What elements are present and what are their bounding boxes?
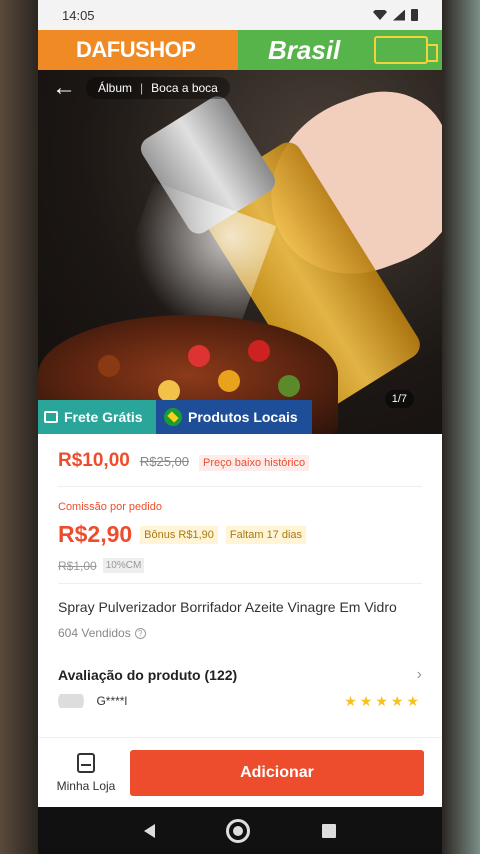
commission-old-value: R$1,00 (58, 558, 97, 573)
review-header[interactable]: Avaliação do produto (122) › (58, 666, 422, 684)
image-counter: 1/7 (384, 390, 414, 408)
image-nav-row: ← Álbum | Boca a boca (52, 76, 230, 100)
phone-screen: 14:05 DAFUSHOP Brasil ← Álbum | Boca a b… (38, 0, 442, 854)
nav-recent-apps-icon[interactable] (322, 823, 337, 838)
commission-bonus: Bônus R$1,90 (140, 525, 218, 544)
tab-separator: | (140, 81, 144, 95)
sold-count: 604 Vendidos (58, 626, 131, 640)
image-tabs: Álbum | Boca a boca (86, 77, 230, 99)
price-row: R$10,00 R$25,00 Preço baixo histórico (58, 434, 422, 487)
nav-home-icon[interactable] (226, 818, 251, 843)
brand-right: Brasil (268, 34, 341, 65)
product-details: R$10,00 R$25,00 Preço baixo histórico Co… (38, 434, 442, 708)
commission-rate: 10%CM (102, 558, 145, 573)
badge-frete-label: Frete Grátis (64, 409, 143, 425)
sold-count-row: 604 Vendidos ? (58, 626, 422, 666)
badge-produtos-locais: Produtos Locais (156, 400, 312, 434)
battery-icon (411, 9, 418, 21)
product-title: Spray Pulverizador Borrifador Azeite Vin… (58, 599, 397, 615)
old-price: R$25,00 (139, 454, 189, 469)
badge-locais-label: Produtos Locais (188, 409, 298, 425)
badge-frete-gratis: Frete Grátis (38, 400, 156, 434)
rating-stars: ★★★★★ (344, 694, 422, 708)
android-nav-bar (38, 807, 442, 854)
status-icons (373, 9, 418, 21)
commission-old-row: R$1,00 10%CM (58, 558, 422, 573)
brand-left: DAFUSHOP (38, 30, 238, 70)
wifi-icon (373, 10, 387, 20)
commission-remaining: Faltam 17 dias (225, 525, 307, 544)
review-preview: G****l ★★★★★ (58, 694, 422, 708)
back-arrow-icon[interactable]: ← (52, 76, 76, 100)
truck-icon (374, 36, 438, 64)
free-shipping-icon (44, 411, 58, 423)
avatar (58, 694, 84, 708)
brand-right-area: Brasil (238, 30, 442, 70)
brazil-flag-icon (164, 408, 182, 426)
tab-album[interactable]: Álbum (98, 81, 132, 95)
lowest-price-tag: Preço baixo histórico (199, 455, 310, 471)
commission-row: R$2,90 Bônus R$1,90 Faltam 17 dias (58, 521, 422, 548)
badge-row: Frete Grátis Produtos Locais (38, 400, 312, 434)
my-store-label: Minha Loja (56, 778, 116, 793)
reviewer-name: G****l (96, 694, 128, 708)
signal-icon (393, 9, 405, 21)
commission-value: R$2,90 (58, 521, 133, 547)
info-icon[interactable]: ? (134, 627, 146, 639)
add-button[interactable]: Adicionar (130, 749, 424, 796)
product-image-carousel[interactable]: DAFUSHOP Brasil ← Álbum | Boca a boca 1/… (38, 30, 442, 434)
review-title: Avaliação do produto (122) (58, 667, 238, 683)
nav-back-icon[interactable] (143, 823, 155, 838)
status-time: 14:05 (62, 7, 95, 23)
status-bar: 14:05 (38, 0, 442, 30)
my-store-button[interactable]: Minha Loja (56, 752, 116, 793)
store-banner: DAFUSHOP Brasil (38, 30, 442, 70)
store-icon (77, 752, 95, 773)
tab-boca-a-boca[interactable]: Boca a boca (151, 81, 218, 95)
commission-block: Comissão por pedido R$2,90 Bônus R$1,90 … (58, 487, 422, 584)
current-price: R$10,00 (58, 450, 130, 471)
bottom-action-bar: Minha Loja Adicionar (38, 737, 442, 807)
chevron-right-icon: › (416, 666, 422, 683)
commission-label: Comissão por pedido (58, 501, 162, 513)
